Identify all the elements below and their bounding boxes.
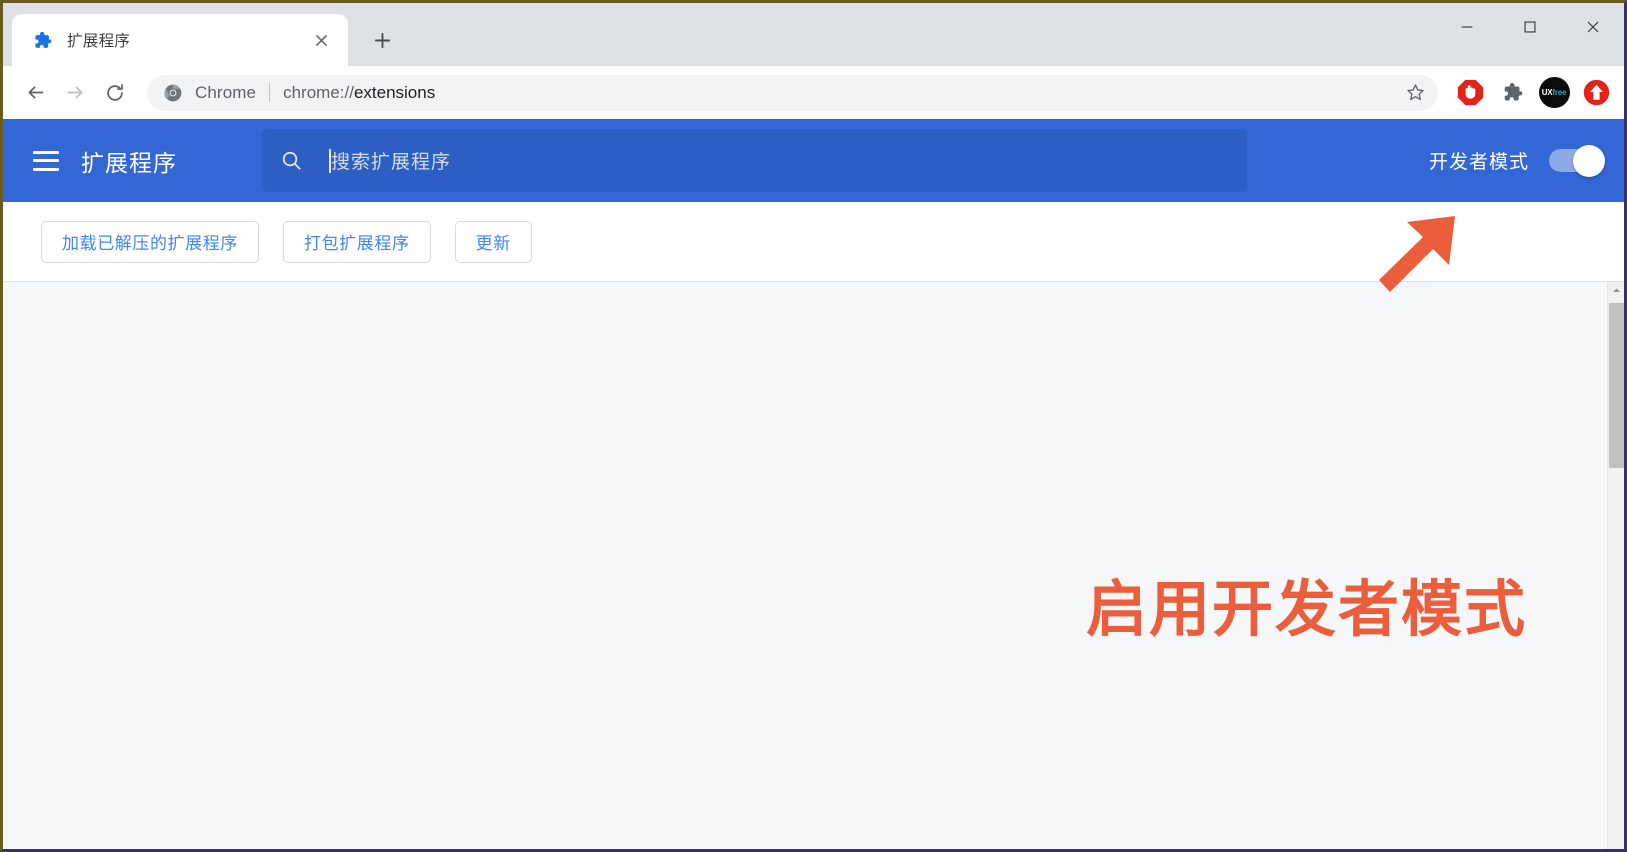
url-host: extensions [353,82,436,102]
extensions-puzzle-icon[interactable] [1494,75,1530,111]
search-icon [280,149,303,172]
reload-icon[interactable] [95,73,135,113]
extensions-action-bar: 加载已解压的扩展程序 打包扩展程序 更新 [3,202,1624,282]
tab-strip: 扩展程序 [3,3,1624,66]
tab-title: 扩展程序 [67,33,131,50]
developer-mode-toggle[interactable] [1549,144,1605,177]
upload-icon[interactable] [1578,75,1614,111]
scroll-up-icon[interactable] [1608,282,1625,299]
minimize-icon[interactable] [1435,3,1498,51]
page-title: 扩展程序 [81,149,177,176]
pack-extension-button[interactable]: 打包扩展程序 [283,220,431,263]
extensions-content-area: 启用开发者模式 [3,282,1625,849]
scrollbar-track[interactable] [1608,299,1625,849]
window-controls [1435,3,1624,51]
developer-mode-label: 开发者模式 [1428,152,1529,173]
uxfree-avatar-text-b: free [1552,88,1567,97]
menu-icon[interactable] [33,150,59,171]
forward-icon[interactable] [55,73,95,113]
close-icon[interactable] [1561,3,1624,51]
address-bar[interactable]: Chrome chrome://extensions [147,74,1438,111]
uxfree-avatar[interactable]: UX free [1536,75,1572,111]
extensions-page-header: 扩展程序 搜索扩展程序 开发者模式 [3,119,1624,202]
update-button[interactable]: 更新 [454,220,532,263]
omnibox-chip-label: Chrome [195,82,257,102]
toggle-knob [1573,144,1605,177]
load-unpacked-button[interactable]: 加载已解压的扩展程序 [41,220,259,263]
puzzle-piece-icon [32,30,53,51]
tab-close-icon[interactable] [308,27,334,53]
browser-window: 扩展程序 Chrome chrome://extensions UX free … [0,0,1627,852]
url-scheme: chrome:// [283,82,354,102]
maximize-icon[interactable] [1498,3,1561,51]
search-input[interactable]: 搜索扩展程序 [262,129,1247,192]
omnibox-separator [269,83,271,102]
vertical-scrollbar[interactable] [1607,282,1625,849]
annotation-label: 启用开发者模式 [1086,575,1528,643]
chrome-logo-icon [163,83,183,103]
star-icon[interactable] [1398,76,1432,110]
omnibox-url: chrome://extensions [283,83,1398,103]
developer-mode-control: 开发者模式 [1428,144,1605,177]
browser-toolbar: Chrome chrome://extensions UX free [3,66,1624,119]
back-icon[interactable] [15,73,55,113]
search-placeholder: 搜索扩展程序 [331,152,452,173]
uxfree-avatar-text-a: UX [1541,88,1553,97]
extensions-list: 启用开发者模式 [3,282,1607,849]
scrollbar-thumb[interactable] [1608,303,1624,468]
adblock-icon[interactable] [1452,75,1488,111]
browser-tab-extensions[interactable]: 扩展程序 [12,14,348,66]
new-tab-button[interactable] [360,18,404,62]
